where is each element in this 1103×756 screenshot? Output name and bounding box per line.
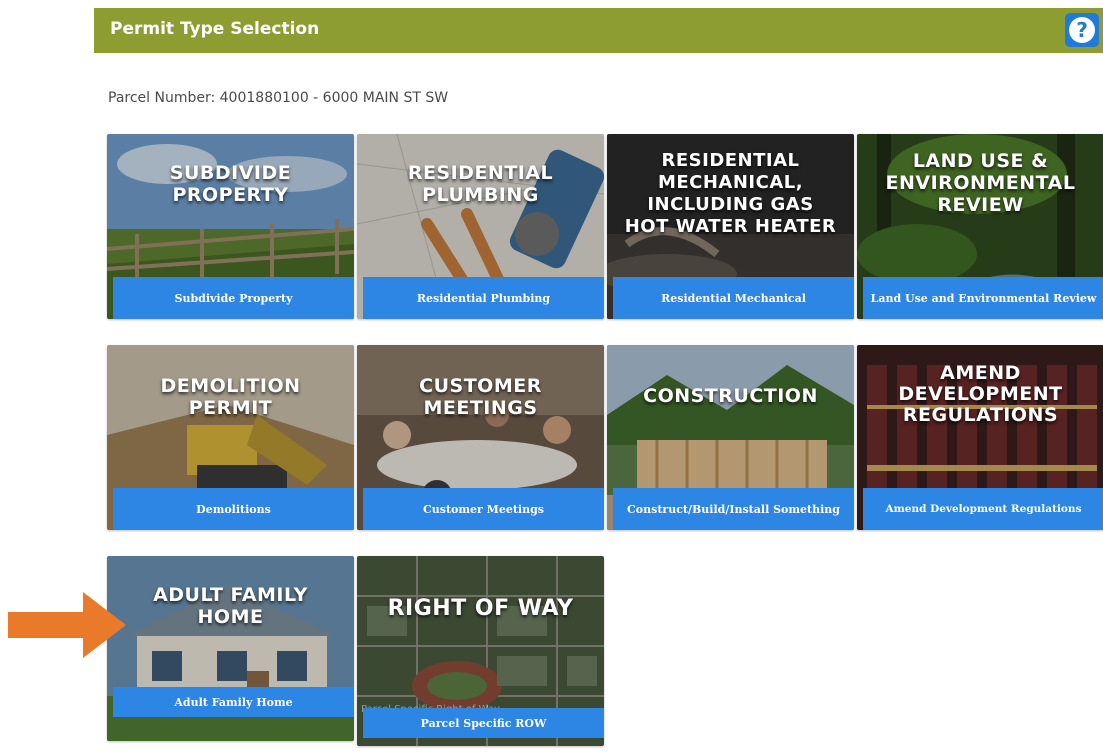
tile-title: RIGHT OF WAY — [387, 596, 574, 621]
tile-label[interactable]: Construct/Build/Install Something — [613, 488, 854, 530]
tile-right-of-way[interactable]: RIGHT OF WAY Parcel Specific Right of Wa… — [357, 556, 604, 746]
tile-demolition[interactable]: DEMOLITION PERMIT Demolitions — [107, 345, 354, 530]
tile-title: LAND USE & ENVIRONMENTAL REVIEW — [885, 150, 1076, 216]
permit-type-panel: Permit Type Selection ? Parcel Number: 4… — [94, 0, 1103, 756]
tile-subdivide-property[interactable]: SUBDIVIDE PROPERTY Subdivide Property — [107, 134, 354, 319]
tile-label[interactable]: Subdivide Property — [113, 277, 354, 319]
tile-title: DEMOLITION PERMIT — [160, 375, 301, 419]
tile-residential-mechanical[interactable]: RESIDENTIAL MECHANICAL, INCLUDING GAS HO… — [607, 134, 854, 319]
help-icon: ? — [1069, 17, 1095, 43]
tile-amend-development-regulations[interactable]: AMEND DEVELOPMENT REGULATIONS Amend Deve… — [857, 345, 1103, 530]
panel-title: Permit Type Selection — [110, 19, 320, 39]
tile-label[interactable]: Land Use and Environmental Review — [863, 277, 1103, 319]
tile-land-use-environmental-review[interactable]: LAND USE & ENVIRONMENTAL REVIEW Land Use… — [857, 134, 1103, 319]
panel-header: Permit Type Selection ? — [94, 8, 1103, 53]
tile-adult-family-home[interactable]: ADULT FAMILY HOME Adult Family Home — [107, 556, 354, 741]
help-button[interactable]: ? — [1065, 13, 1099, 47]
tile-label[interactable]: Parcel Specific ROW — [363, 708, 604, 738]
tile-title: RESIDENTIAL PLUMBING — [407, 162, 554, 206]
tile-title: AMEND DEVELOPMENT REGULATIONS — [898, 362, 1063, 426]
tile-residential-plumbing[interactable]: RESIDENTIAL PLUMBING Residential Plumbin… — [357, 134, 604, 319]
tile-label[interactable]: Amend Development Regulations — [863, 488, 1103, 530]
tile-title: SUBDIVIDE PROPERTY — [169, 162, 292, 206]
tile-label[interactable]: Adult Family Home — [113, 687, 354, 717]
tile-customer-meetings[interactable]: CUSTOMER MEETINGS Customer Meetings — [357, 345, 604, 530]
orange-arrow-icon — [8, 592, 126, 658]
tile-title: CUSTOMER MEETINGS — [419, 375, 542, 419]
tile-title: RESIDENTIAL MECHANICAL, INCLUDING GAS HO… — [624, 150, 837, 237]
tile-label[interactable]: Residential Plumbing — [363, 277, 604, 319]
tile-label[interactable]: Customer Meetings — [363, 488, 604, 530]
tile-construction[interactable]: CONSTRUCTION Construct/Build/Install Som… — [607, 345, 854, 530]
tile-label[interactable]: Residential Mechanical — [613, 277, 854, 319]
parcel-number: Parcel Number: 4001880100 - 6000 MAIN ST… — [108, 90, 449, 106]
tile-title: CONSTRUCTION — [643, 385, 818, 407]
tile-label[interactable]: Demolitions — [113, 488, 354, 530]
tile-title: ADULT FAMILY HOME — [153, 584, 308, 628]
